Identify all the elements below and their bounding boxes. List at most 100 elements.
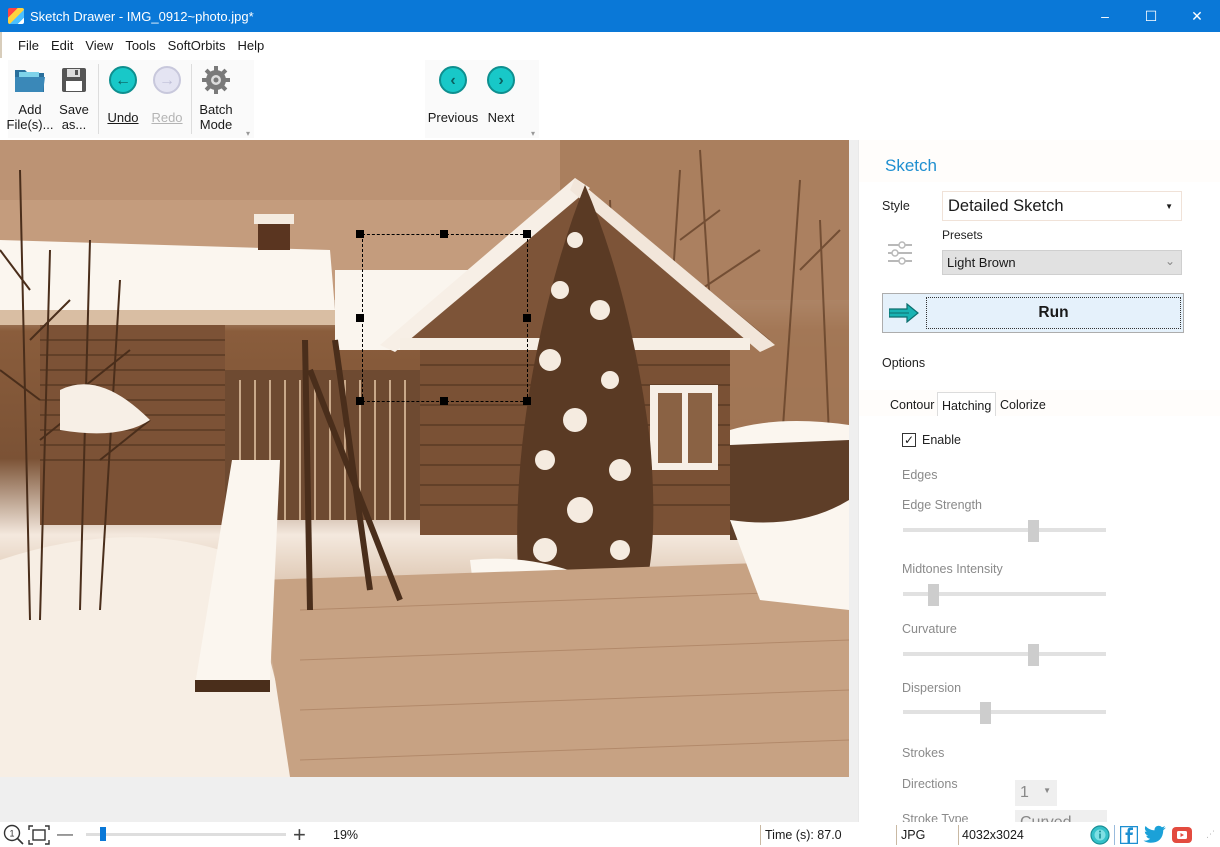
options-tabs: Contour Hatching Colorize xyxy=(859,390,1220,416)
selection-rectangle[interactable] xyxy=(362,234,528,402)
slider-thumb[interactable] xyxy=(979,702,991,724)
menu-tools-label: Tools xyxy=(125,37,156,53)
close-button[interactable]: ✕ xyxy=(1174,0,1220,32)
zoom-in-button[interactable]: + xyxy=(293,822,306,847)
stroke-type-value: Curved xyxy=(1020,814,1072,822)
selection-handle[interactable] xyxy=(440,397,448,405)
tab-hatching[interactable]: Hatching xyxy=(937,392,997,416)
menu-file-label: File xyxy=(18,37,39,53)
undo-button[interactable]: ← Undo xyxy=(101,60,145,138)
selection-handle[interactable] xyxy=(523,314,531,322)
add-files-button[interactable]: Add File(s)... xyxy=(6,60,54,138)
midtones-intensity-label: Midtones Intensity xyxy=(902,562,1003,576)
sketch-drawer-window: Sketch Drawer - IMG_0912~photo.jpg* – ☐ … xyxy=(0,0,1220,847)
toolbar-grip[interactable]: ▾ xyxy=(246,129,250,138)
batch-mode-button[interactable]: Batch Mode xyxy=(194,60,238,138)
status-separator xyxy=(896,825,897,845)
image-format: JPG xyxy=(901,827,926,842)
curvature-label: Curvature xyxy=(902,622,957,636)
title-bar: Sketch Drawer - IMG_0912~photo.jpg* – ☐ … xyxy=(0,0,1220,32)
next-label: Next xyxy=(487,110,515,125)
resize-grip[interactable]: ⋰ xyxy=(1206,822,1215,847)
sketch-settings-panel: Sketch Style Detailed Sketch ▼ Presets L… xyxy=(858,140,1220,822)
slider-thumb[interactable] xyxy=(927,584,939,606)
style-dropdown[interactable]: Detailed Sketch ▼ xyxy=(942,191,1182,221)
sliders-icon xyxy=(887,240,913,266)
zoom-slider-thumb[interactable] xyxy=(99,827,106,841)
minimize-button[interactable]: – xyxy=(1082,0,1128,32)
slider-thumb[interactable] xyxy=(1027,644,1039,666)
save-as-button[interactable]: Save as... xyxy=(52,60,96,138)
menu-help-label: Help xyxy=(237,37,265,53)
dispersion-slider[interactable] xyxy=(903,702,1106,724)
menu-edit-label: Edit xyxy=(50,37,74,53)
selection-handle[interactable] xyxy=(440,230,448,238)
presets-value: Light Brown xyxy=(947,255,1016,270)
facebook-button[interactable] xyxy=(1120,822,1138,847)
arrow-left-circle-icon: ← xyxy=(109,66,137,94)
twitter-button[interactable] xyxy=(1143,822,1167,847)
info-icon xyxy=(1090,824,1110,845)
maximize-button[interactable]: ☐ xyxy=(1128,0,1174,32)
sketch-image[interactable] xyxy=(0,140,849,777)
redo-button[interactable]: → Redo xyxy=(145,60,189,138)
status-separator xyxy=(1114,825,1115,845)
directions-dropdown[interactable]: 1 ▼ xyxy=(1015,780,1057,806)
arrow-right-circle-icon: → xyxy=(153,66,181,94)
curvature-slider[interactable] xyxy=(903,644,1106,666)
dropdown-caret-icon: ▼ xyxy=(1165,202,1173,211)
dropdown-caret-icon: ▼ xyxy=(1043,786,1051,795)
stroke-type-dropdown[interactable]: Curved xyxy=(1015,810,1107,822)
menu-view-label: View xyxy=(85,37,114,53)
actual-size-button[interactable]: 1 xyxy=(3,822,25,847)
selection-handle[interactable] xyxy=(523,230,531,238)
slider-thumb[interactable] xyxy=(1027,520,1039,542)
fit-to-window-button[interactable] xyxy=(28,822,50,847)
add-files-label-2: File(s)... xyxy=(6,117,54,132)
next-button[interactable]: › Next xyxy=(481,60,521,138)
stroke-type-label: Stroke Type xyxy=(902,812,969,822)
midtones-intensity-slider[interactable] xyxy=(903,584,1106,606)
tab-colorize[interactable]: Colorize xyxy=(996,392,1050,416)
previous-button[interactable]: ‹ Previous xyxy=(425,60,481,138)
enable-checkbox[interactable]: ✓ xyxy=(902,433,916,447)
facebook-icon xyxy=(1120,825,1138,844)
svg-text:1: 1 xyxy=(9,828,14,838)
presets-dropdown[interactable]: Light Brown ⌄ xyxy=(942,250,1182,275)
directions-label: Directions xyxy=(902,777,958,791)
save-as-label-2: as... xyxy=(61,117,87,132)
menu-softorbits[interactable]: SoftOrbits xyxy=(168,38,226,53)
menu-file[interactable]: File xyxy=(18,38,39,53)
tab-contour[interactable]: Contour xyxy=(886,392,938,416)
twitter-icon xyxy=(1143,825,1166,843)
selection-handle[interactable] xyxy=(523,397,531,405)
toolbar-separator xyxy=(98,64,99,134)
app-logo-icon xyxy=(8,8,24,24)
youtube-button[interactable] xyxy=(1171,822,1193,847)
selection-handle[interactable] xyxy=(356,314,364,322)
menu-edit[interactable]: Edit xyxy=(51,38,73,53)
selection-handle[interactable] xyxy=(356,397,364,405)
menu-help[interactable]: Help xyxy=(237,38,264,53)
menu-tools[interactable]: Tools xyxy=(125,38,155,53)
undo-label: Undo xyxy=(107,110,139,125)
chevron-down-icon: ⌄ xyxy=(1164,254,1175,268)
canvas-area[interactable] xyxy=(0,140,858,822)
menu-bar: File Edit View Tools SoftOrbits Help xyxy=(0,32,1220,58)
selection-handle[interactable] xyxy=(356,230,364,238)
run-button[interactable]: Run xyxy=(882,293,1184,333)
zoom-slider[interactable] xyxy=(86,833,286,836)
youtube-icon xyxy=(1172,826,1192,843)
zoom-percent: 19% xyxy=(333,827,359,842)
redo-label: Redo xyxy=(151,110,183,125)
enable-label: Enable xyxy=(922,433,961,447)
zoom-out-button[interactable]: — xyxy=(57,822,73,847)
info-button[interactable] xyxy=(1090,822,1110,847)
dispersion-label: Dispersion xyxy=(902,681,962,695)
menu-view[interactable]: View xyxy=(85,38,113,53)
toolbar-grip[interactable]: ▾ xyxy=(531,129,535,138)
edge-strength-slider[interactable] xyxy=(903,520,1106,542)
processing-time: Time (s): 87.0 xyxy=(765,827,842,842)
directions-value: 1 xyxy=(1020,784,1029,801)
style-value: Detailed Sketch xyxy=(948,197,1064,215)
